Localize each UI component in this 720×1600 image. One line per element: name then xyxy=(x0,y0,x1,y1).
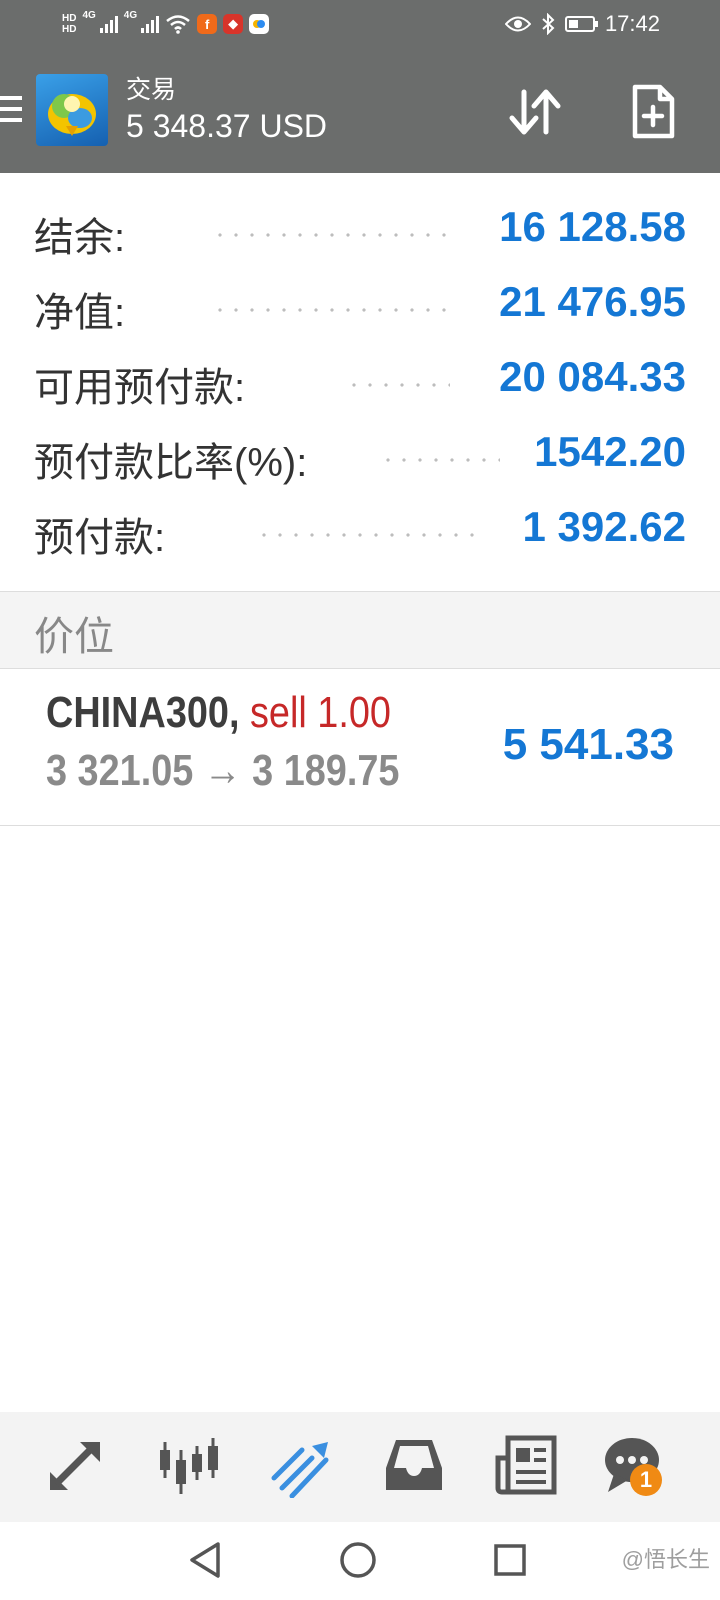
dot-leader xyxy=(256,533,480,537)
dot-leader xyxy=(212,308,452,312)
nav-chart[interactable] xyxy=(156,1434,220,1498)
section-title: 价位 xyxy=(34,615,114,659)
balance-value: 16 128.58 xyxy=(499,203,686,250)
position-price-range: 3 321.05 → 3 189.75 xyxy=(46,746,400,795)
position-profit: 5 541.33 xyxy=(502,720,674,769)
position-row[interactable]: CHINA300, sell 1.00 3 321.05 → 3 189.75 … xyxy=(0,668,720,826)
equity-label: 净值: xyxy=(34,291,126,335)
position-title: CHINA300, sell 1.00 xyxy=(46,688,391,738)
recents-button[interactable] xyxy=(488,1538,532,1582)
nav-trade[interactable] xyxy=(268,1434,332,1499)
eye-icon xyxy=(504,16,531,32)
nav-chat[interactable]: 1 xyxy=(602,1434,666,1498)
nav-quotes[interactable] xyxy=(42,1434,106,1498)
nav-history[interactable] xyxy=(382,1434,446,1498)
home-circle-icon xyxy=(340,1542,376,1578)
balance-label: 结余: xyxy=(34,216,126,260)
recents-square-icon xyxy=(494,1544,526,1576)
equity-value: 21 476.95 xyxy=(499,278,686,325)
hd-label-1: HD xyxy=(62,13,77,24)
notification-app-icon-1: f xyxy=(197,14,218,34)
signal-icon-2 xyxy=(141,15,160,33)
trade-arrows-icon xyxy=(50,1442,100,1490)
account-balance-display: 5 348.37 USD xyxy=(126,108,328,144)
network-type-2: 4G xyxy=(123,10,138,21)
notification-app-icon-3 xyxy=(249,14,270,34)
margin-level-label: 预付款比率(%): xyxy=(34,441,308,485)
app-logo xyxy=(36,74,108,146)
news-icon xyxy=(495,1435,557,1495)
sort-button[interactable] xyxy=(508,86,564,136)
menu-icon[interactable] xyxy=(0,96,22,128)
inbox-icon xyxy=(386,1440,442,1490)
nav-news[interactable] xyxy=(494,1434,558,1498)
battery-icon xyxy=(564,16,598,32)
status-left: HD HD 4G 4G f ◆ xyxy=(62,6,270,42)
account-row-margin: 预付款: 1 392.62 xyxy=(0,493,720,568)
positions-section-header: 价位 xyxy=(0,591,720,669)
margin-value: 1 392.62 xyxy=(522,503,687,550)
page-title: 交易 xyxy=(126,76,177,104)
back-triangle-icon xyxy=(190,1542,220,1578)
bottom-navigation: 1 xyxy=(0,1412,720,1522)
new-document-icon xyxy=(632,84,675,139)
watermark: @悟长生 xyxy=(621,1547,710,1572)
position-symbol: CHINA300, xyxy=(46,688,240,737)
free-margin-value: 20 084.33 xyxy=(499,353,686,400)
dot-leader xyxy=(380,458,500,462)
account-row-margin-level: 预付款比率(%): 1542.20 xyxy=(0,418,720,493)
position-side-volume: sell 1.00 xyxy=(249,688,391,737)
network-type-1: 4G xyxy=(82,10,96,21)
dot-leader xyxy=(212,233,452,237)
candlestick-chart-icon xyxy=(160,1438,218,1494)
margin-level-value: 1542.20 xyxy=(534,428,686,475)
sort-arrows-icon xyxy=(509,89,561,135)
status-time: 17:42 xyxy=(604,11,660,36)
bluetooth-icon xyxy=(542,13,555,35)
wifi-icon xyxy=(166,15,190,34)
margin-label: 预付款: xyxy=(34,516,166,560)
hd-label-2: HD xyxy=(62,24,77,35)
chat-badge: 1 xyxy=(630,1464,662,1496)
account-row-free-margin: 可用预付款: 20 084.33 xyxy=(0,343,720,418)
account-row-balance: 结余: 16 128.58 xyxy=(0,193,720,268)
account-row-equity: 净值: 21 476.95 xyxy=(0,268,720,343)
back-button[interactable] xyxy=(184,1538,228,1582)
trend-lines-icon xyxy=(271,1442,329,1499)
new-order-button[interactable] xyxy=(630,84,676,140)
dot-leader xyxy=(346,383,450,387)
home-button[interactable] xyxy=(336,1538,380,1582)
signal-icon xyxy=(99,15,118,33)
notification-app-icon-2: ◆ xyxy=(223,14,244,34)
system-navigation: @悟长生 xyxy=(0,1522,720,1600)
hd-indicator: HD HD xyxy=(62,13,76,35)
free-margin-label: 可用预付款: xyxy=(34,366,246,410)
account-summary: 结余: 16 128.58 净值: 21 476.95 可用预付款: 20 08… xyxy=(0,173,720,568)
app-bar: 交易 5 348.37 USD xyxy=(0,48,720,173)
status-bar: HD HD 4G 4G f ◆ 17:42 xyxy=(0,0,720,48)
status-right: 17:42 xyxy=(504,6,660,42)
